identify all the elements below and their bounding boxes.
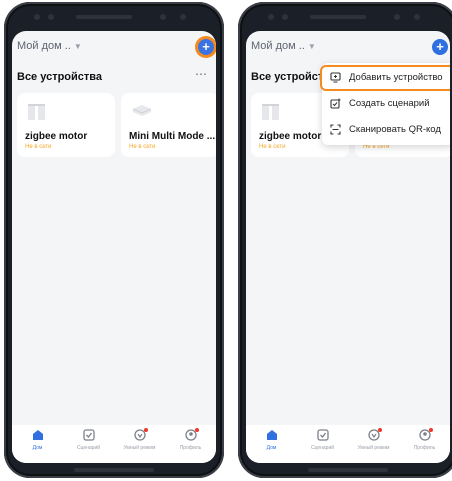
device-card[interactable]: Mini Multi Mode ... Не в сети <box>121 93 216 157</box>
add-menu: Добавить устройство Создать сценарий Ска… <box>320 63 450 145</box>
left-screen: Мой дом .. ▼ + Все устройства ⋯ zigbee mo… <box>12 31 216 463</box>
plus-icon: + <box>202 39 210 54</box>
tab-bar: Дом Сценарий Умный режим Профиль <box>246 425 450 463</box>
section-title: Все устройств <box>251 71 331 83</box>
tab-label: Профиль <box>413 445 436 451</box>
menu-item-scan-qr[interactable]: Сканировать QR-код <box>322 119 450 141</box>
add-button[interactable]: + <box>198 39 214 55</box>
notification-badge <box>378 428 382 432</box>
notification-badge <box>429 428 433 432</box>
gateway-icon <box>132 105 152 116</box>
tab-label: Умный режим <box>123 445 156 451</box>
section-title: Все устройства <box>17 71 103 83</box>
notification-badge <box>195 428 199 432</box>
chevron-down-icon: ▼ <box>307 42 316 51</box>
home-name: Мой дом .. <box>17 40 71 52</box>
menu-item-label: Создать сценарий <box>349 98 430 109</box>
right-screen: Мой дом .. ▼ + Все устройств zigbee motor… <box>246 31 450 463</box>
curtain-motor-icon <box>262 104 279 120</box>
tab-label: Сценарий <box>76 445 101 451</box>
curtain-motor-icon <box>28 104 45 120</box>
chevron-down-icon: ▼ <box>73 42 82 51</box>
more-icon[interactable]: ⋯ <box>195 67 208 81</box>
add-button[interactable]: + <box>432 39 448 55</box>
notification-badge <box>144 428 148 432</box>
tab-profile[interactable]: Профиль <box>399 428 450 451</box>
home-selector[interactable]: Мой дом .. ▼ <box>251 40 316 52</box>
tab-home[interactable]: Дом <box>246 428 297 451</box>
phone-bottom-bezel <box>74 468 154 472</box>
tab-label: Умный режим <box>357 445 390 451</box>
add-device-icon <box>330 72 341 83</box>
home-icon <box>266 430 277 440</box>
tab-label: Профиль <box>179 445 202 451</box>
menu-item-label: Добавить устройство <box>349 72 443 83</box>
scene-icon <box>82 429 95 441</box>
tab-bar: Дом Сценарий Умный режим Профиль <box>12 425 216 463</box>
phone-top-bezel <box>4 10 224 24</box>
tab-label: Сценарий <box>310 445 335 451</box>
menu-item-label: Сканировать QR-код <box>349 124 441 135</box>
home-icon <box>32 430 43 440</box>
device-name: Mini Multi Mode ... <box>129 131 216 142</box>
tab-smart[interactable]: Умный режим <box>114 428 165 451</box>
scan-icon <box>330 124 341 135</box>
add-scene-icon <box>330 98 341 109</box>
plus-icon: + <box>436 39 444 54</box>
menu-item-add-device[interactable]: Добавить устройство <box>320 65 450 91</box>
right-phone: Мой дом .. ▼ + Все устройств zigbee motor… <box>238 2 452 478</box>
tab-smart[interactable]: Умный режим <box>348 428 399 451</box>
device-card[interactable]: zigbee motor Не в сети <box>17 93 115 157</box>
device-status: Не в сети <box>129 144 156 150</box>
phone-bottom-bezel <box>308 468 388 472</box>
tab-profile[interactable]: Профиль <box>165 428 216 451</box>
phone-top-bezel <box>238 10 452 24</box>
left-phone: Мой дом .. ▼ + Все устройства ⋯ zigbee mo… <box>4 2 224 478</box>
menu-item-create-scene[interactable]: Создать сценарий <box>322 93 450 115</box>
tab-scene[interactable]: Сценарий <box>297 428 348 451</box>
tab-home[interactable]: Дом <box>12 428 63 451</box>
home-selector[interactable]: Мой дом .. ▼ <box>17 40 82 52</box>
tab-label: Дом <box>32 445 43 451</box>
tab-label: Дом <box>266 445 277 451</box>
tab-scene[interactable]: Сценарий <box>63 428 114 451</box>
scene-icon <box>316 429 329 441</box>
device-name: zigbee motor <box>25 131 88 142</box>
device-status: Не в сети <box>25 144 52 150</box>
home-name: Мой дом .. <box>251 40 305 52</box>
device-status: Не в сети <box>259 144 286 150</box>
